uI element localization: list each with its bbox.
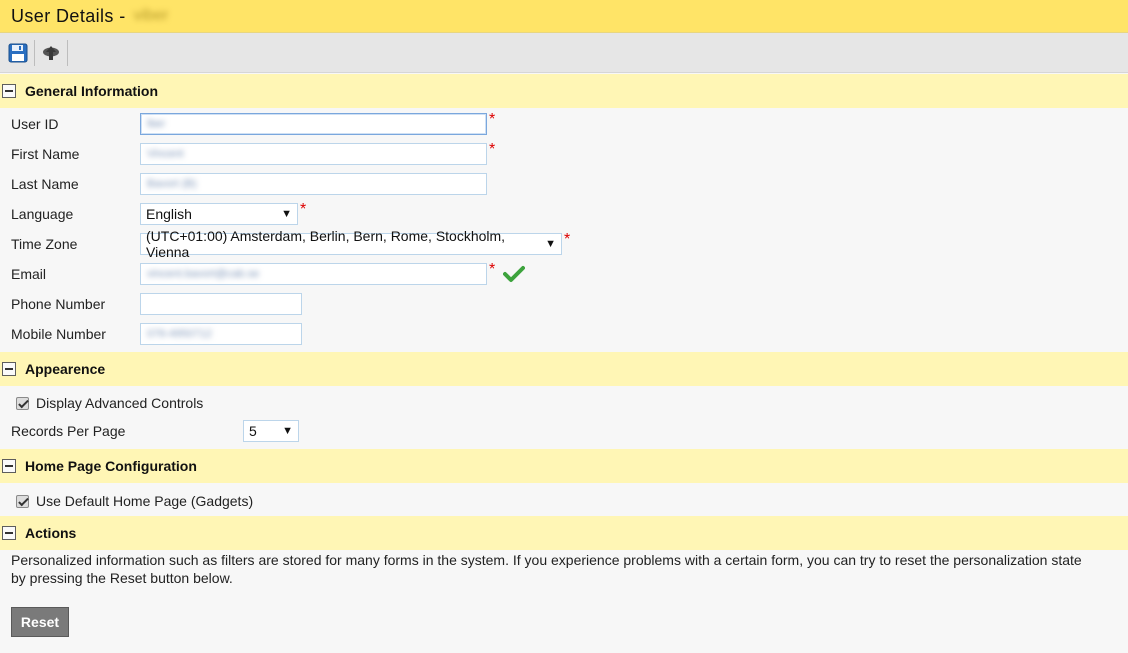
- actions-description: Personalized information such as filters…: [11, 552, 1082, 586]
- time-zone-select[interactable]: (UTC+01:00) Amsterdam, Berlin, Bern, Rom…: [140, 228, 562, 260]
- user-id-row: User ID lber *: [11, 111, 496, 135]
- email-field[interactable]: vincent.bavort@cab.se: [140, 263, 487, 285]
- collapse-general-button[interactable]: [2, 84, 16, 98]
- phone-row: Phone Number: [11, 293, 302, 315]
- page-title-user: viber: [133, 7, 169, 24]
- title-bar: User Details - viber: [0, 0, 1128, 33]
- page-title: User Details -: [11, 5, 126, 26]
- collapse-actions-button[interactable]: [2, 526, 16, 540]
- reset-button[interactable]: Reset: [11, 607, 69, 637]
- first-name-row: First Name Vincent *: [11, 141, 496, 165]
- language-value: English: [146, 206, 192, 222]
- section-appearance-header: Appearence: [0, 352, 1128, 386]
- email-row: Email vincent.bavort@cab.se *: [11, 261, 526, 285]
- time-zone-value: (UTC+01:00) Amsterdam, Berlin, Bern, Rom…: [146, 228, 506, 260]
- toolbar-separator: [34, 39, 35, 66]
- collapse-appearance-button[interactable]: [2, 362, 16, 376]
- valid-check-icon: [503, 265, 526, 283]
- language-label: Language: [11, 206, 74, 222]
- section-general-header: General Information: [0, 74, 1128, 108]
- section-actions-header: Actions: [0, 516, 1128, 550]
- records-per-page-select[interactable]: 5 ▼: [243, 420, 299, 442]
- section-appearance-title: Appearence: [25, 361, 106, 377]
- time-zone-label: Time Zone: [11, 236, 78, 252]
- last-name-field[interactable]: Bavort (B): [140, 173, 487, 195]
- toolbar-separator: [67, 39, 68, 66]
- mobile-field[interactable]: 076-4950712: [140, 323, 302, 345]
- section-actions-title: Actions: [25, 525, 77, 541]
- records-per-page-label: Records Per Page: [11, 423, 126, 439]
- required-marker: *: [489, 111, 496, 128]
- default-home-checkbox[interactable]: [16, 494, 29, 508]
- records-per-page-value: 5: [249, 423, 257, 439]
- phone-label: Phone Number: [11, 296, 106, 312]
- phone-field[interactable]: [140, 293, 302, 315]
- email-value: vincent.bavort@cab.se: [147, 268, 260, 280]
- first-name-label: First Name: [11, 146, 80, 162]
- required-marker: *: [300, 201, 307, 218]
- upload-icon: [43, 45, 59, 60]
- section-general-title: General Information: [25, 83, 159, 99]
- chevron-down-icon: ▼: [545, 238, 556, 250]
- save-icon: [8, 43, 28, 62]
- section-home-header: Home Page Configuration: [0, 449, 1128, 483]
- email-label: Email: [11, 266, 47, 282]
- chevron-down-icon: ▼: [281, 208, 292, 220]
- advanced-controls-row: Display Advanced Controls: [16, 392, 203, 414]
- default-home-row: Use Default Home Page (Gadgets): [16, 490, 253, 512]
- last-name-label: Last Name: [11, 176, 79, 192]
- mobile-value: 076-4950712: [147, 328, 212, 340]
- upload-button[interactable]: [39, 41, 63, 65]
- save-button[interactable]: [6, 41, 30, 65]
- user-id-value: lber: [147, 118, 166, 130]
- user-id-field[interactable]: lber: [140, 113, 487, 135]
- time-zone-row: Time Zone (UTC+01:00) Amsterdam, Berlin,…: [11, 228, 571, 260]
- language-select[interactable]: English ▼: [140, 203, 298, 225]
- last-name-value: Bavort (B): [147, 178, 197, 190]
- last-name-row: Last Name Bavort (B): [11, 173, 487, 195]
- language-row: Language English ▼ *: [11, 201, 307, 225]
- advanced-controls-checkbox[interactable]: [16, 396, 29, 410]
- required-marker: *: [489, 141, 496, 158]
- chevron-down-icon: ▼: [282, 425, 293, 437]
- first-name-field[interactable]: Vincent: [140, 143, 487, 165]
- user-id-label: User ID: [11, 116, 59, 132]
- toolbar: [0, 33, 1128, 73]
- required-marker: *: [564, 231, 571, 248]
- section-home-title: Home Page Configuration: [25, 458, 197, 474]
- required-marker: *: [489, 261, 496, 278]
- mobile-row: Mobile Number 076-4950712: [11, 323, 302, 345]
- advanced-controls-label: Display Advanced Controls: [36, 395, 204, 411]
- records-per-page-row: Records Per Page 5 ▼: [11, 420, 299, 442]
- default-home-label: Use Default Home Page (Gadgets): [36, 493, 254, 509]
- mobile-label: Mobile Number: [11, 326, 106, 342]
- first-name-value: Vincent: [147, 148, 184, 160]
- collapse-home-button[interactable]: [2, 459, 16, 473]
